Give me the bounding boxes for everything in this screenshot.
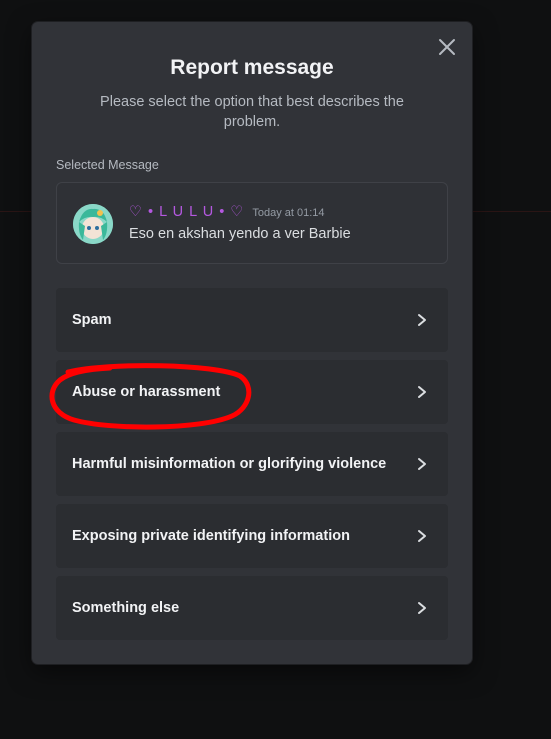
option-label: Abuse or harassment: [72, 384, 221, 400]
selected-message-card: ♡ • L U L U • ♡ Today at 01:14 Eso en ak…: [56, 182, 448, 264]
option-label: Something else: [72, 600, 180, 616]
message-header: ♡ • L U L U • ♡ Today at 01:14: [129, 204, 325, 220]
chevron-right-icon: [416, 529, 428, 543]
close-icon: [439, 39, 455, 55]
message-timestamp: Today at 01:14: [252, 207, 325, 219]
message-text: Eso en akshan yendo a ver Barbie: [129, 226, 351, 242]
chevron-right-icon: [416, 313, 428, 327]
modal-subtitle: Please select the option that best descr…: [100, 94, 404, 130]
option-label: Spam: [72, 312, 112, 328]
option-label: Exposing private identifying information: [72, 528, 350, 544]
username[interactable]: ♡ • L U L U • ♡: [129, 204, 244, 220]
option-abuse-or-harassment[interactable]: Abuse or harassment: [56, 360, 448, 424]
chevron-right-icon: [416, 385, 428, 399]
option-harmful-misinformation[interactable]: Harmful misinformation or glorifying vio…: [56, 432, 448, 496]
option-spam[interactable]: Spam: [56, 288, 448, 352]
option-exposing-private-info[interactable]: Exposing private identifying information: [56, 504, 448, 568]
modal-title: Report message: [170, 56, 334, 79]
close-button[interactable]: [436, 36, 458, 58]
report-options-list: Spam Abuse or harassment Harmful misinfo…: [56, 288, 448, 648]
chevron-right-icon: [416, 457, 428, 471]
option-something-else[interactable]: Something else: [56, 576, 448, 640]
report-message-modal: Report message Please select the option …: [32, 22, 472, 664]
selected-message-label: Selected Message: [56, 158, 159, 172]
chevron-right-icon: [416, 601, 428, 615]
avatar: [73, 204, 113, 244]
option-label: Harmful misinformation or glorifying vio…: [72, 456, 387, 472]
